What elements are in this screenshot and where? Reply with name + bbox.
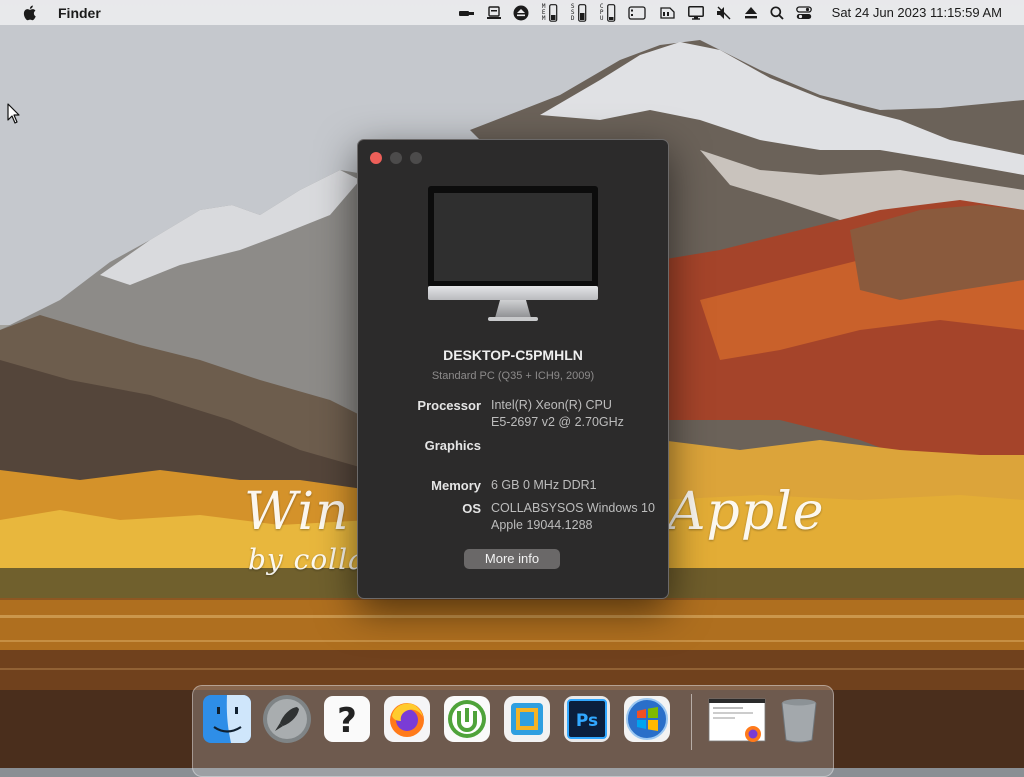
firefox-window-thumbnail[interactable] (708, 694, 766, 744)
wallpaper-watermark-sub: by colla (248, 543, 366, 576)
search-icon[interactable] (770, 0, 784, 25)
battery-icon[interactable] (658, 0, 676, 25)
cpu-label: CPU (599, 2, 604, 22)
control-center-icon[interactable] (795, 0, 812, 25)
computer-model: Standard PC (Q35 + ICH9, 2009) (431, 370, 595, 382)
menubar-clock[interactable]: Sat 24 Jun 2023 11:15:59 AM (832, 5, 1002, 20)
apple-menu-icon[interactable] (21, 4, 39, 22)
mouse-pointer-icon (7, 103, 21, 129)
firefox-icon[interactable] (382, 694, 432, 744)
utorrent-icon[interactable] (442, 694, 492, 744)
menu-extras: MEM SSD CPU Sat 24 Jun 2023 11:15:59 AM (453, 0, 1024, 25)
computer-name: DESKTOP-C5PMHLN (443, 347, 583, 363)
eject-icon[interactable] (744, 0, 758, 25)
about-this-computer-window: DESKTOP-C5PMHLN Standard PC (Q35 + ICH9,… (357, 139, 669, 599)
close-button[interactable] (370, 152, 382, 164)
menu-bar: Finder MEM SSD CPU Sat 24 Jun 2023 11:15… (0, 0, 1024, 25)
photoshop-icon[interactable]: Ps (562, 694, 612, 744)
ssd-label: SSD (570, 2, 575, 22)
finder-icon[interactable] (202, 694, 252, 744)
photoshop-icon-label: Ps (576, 711, 598, 731)
display-icon[interactable] (687, 0, 704, 25)
processor-value-line1: Intel(R) Xeon(R) CPU (491, 398, 612, 412)
graphics-label: Graphics (424, 438, 481, 453)
wallpaper-watermark-right: Apple (668, 482, 825, 542)
os-value-line2: Apple 19044.1288 (491, 518, 593, 532)
mute-icon[interactable] (716, 0, 732, 25)
usb-stick-icon[interactable] (458, 0, 475, 25)
network-drive-icon[interactable] (486, 0, 501, 25)
processor-value: Intel(R) Xeon(R) CPU E5-2697 v2 @ 2.70GH… (491, 397, 624, 431)
files-app-icon[interactable] (502, 694, 552, 744)
ssd-meter-icon[interactable]: SSD (570, 0, 587, 25)
os-value: COLLABSYSOS Windows 10 Apple 19044.1288 (491, 500, 655, 534)
dock: ? Ps (192, 685, 834, 777)
more-info-button[interactable]: More info (464, 549, 560, 569)
app-menu-finder[interactable]: Finder (58, 5, 101, 21)
os-value-line1: COLLABSYSOS Windows 10 (491, 501, 655, 515)
eject-circle-icon[interactable] (513, 0, 529, 25)
window-controls (370, 152, 422, 164)
memory-value: 6 GB 0 MHz DDR1 (491, 478, 597, 492)
launchpad-icon[interactable] (262, 694, 312, 744)
windows-icon[interactable] (622, 694, 672, 744)
os-label: OS (462, 501, 481, 516)
memory-label: Memory (431, 478, 481, 493)
processor-label: Processor (417, 398, 481, 413)
mem-label: MEM (541, 2, 546, 22)
minimize-button[interactable] (390, 152, 402, 164)
dock-separator (691, 694, 692, 750)
wallpaper-watermark-left: Win (244, 482, 350, 542)
cpu-meter-icon[interactable]: CPU (599, 0, 616, 25)
processor-value-line2: E5-2697 v2 @ 2.70GHz (491, 415, 624, 429)
zoom-button[interactable] (410, 152, 422, 164)
help-icon-glyph: ? (337, 701, 357, 741)
trash-icon[interactable] (774, 694, 824, 744)
memory-meter-icon[interactable]: MEM (541, 0, 558, 25)
cards-icon[interactable] (628, 0, 646, 25)
imac-illustration (428, 186, 598, 329)
help-icon[interactable]: ? (322, 694, 372, 744)
